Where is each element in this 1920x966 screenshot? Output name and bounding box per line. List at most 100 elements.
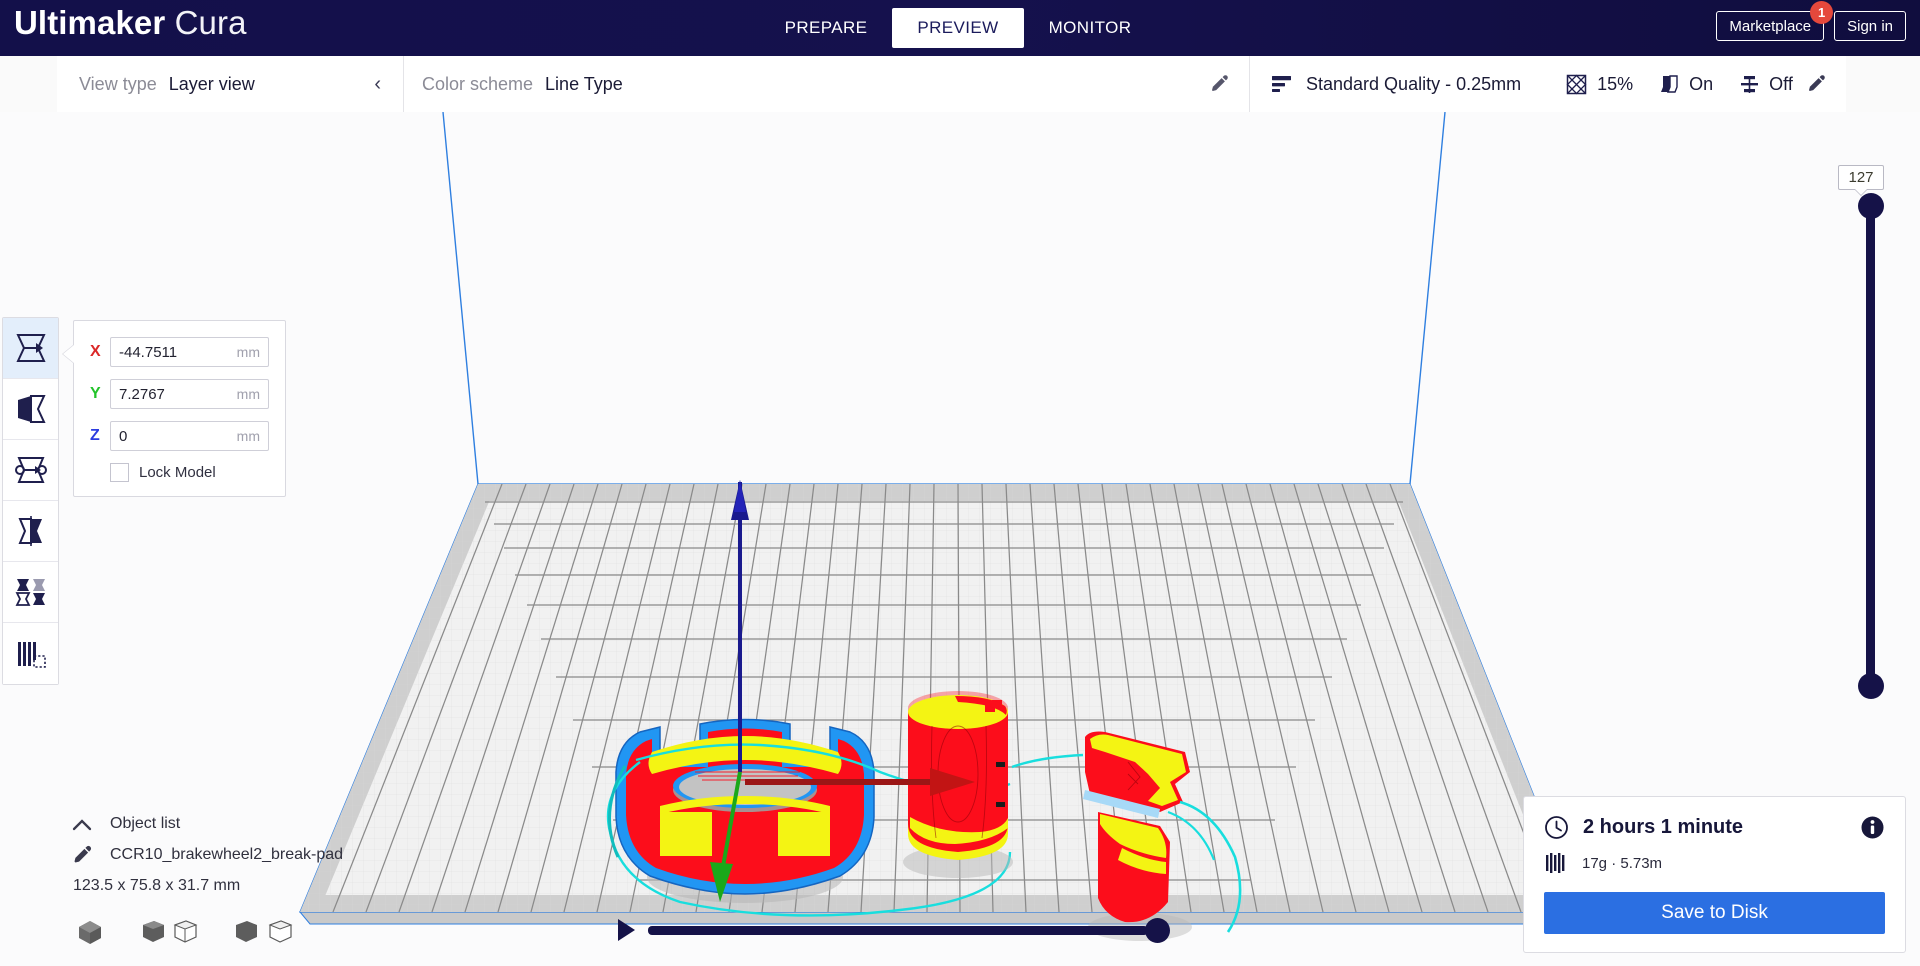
material-usage-row: 17g · 5.73m — [1544, 852, 1885, 874]
simulation-slider-track[interactable] — [648, 926, 1148, 935]
infill-value: 15% — [1597, 74, 1633, 95]
adhesion-stat[interactable]: Off — [1739, 73, 1793, 96]
object-name: CCR10_brakewheel2_break-pad — [110, 846, 343, 864]
layer-height-icon — [1270, 73, 1294, 95]
rotate-tool-icon — [14, 455, 48, 485]
quality-profile[interactable]: Standard Quality - 0.25mm — [1270, 73, 1521, 95]
filament-icon — [1544, 852, 1568, 874]
layer-slider[interactable]: 127 — [1842, 165, 1902, 725]
marketplace-badge: 1 — [1810, 1, 1833, 24]
simulation-path-slider[interactable] — [610, 916, 1170, 946]
view-3d-icon[interactable] — [76, 918, 104, 946]
x-position-unit: mm — [237, 344, 260, 360]
adhesion-icon — [1739, 73, 1760, 96]
sign-in-label: Sign in — [1847, 18, 1893, 35]
marketplace-label: Marketplace — [1729, 18, 1811, 35]
print-time-row: 2 hours 1 minute — [1544, 815, 1885, 840]
chevron-up-icon[interactable] — [72, 818, 92, 831]
sidebar-item-support-blocker-tool[interactable] — [3, 623, 58, 684]
adhesion-value: Off — [1769, 74, 1793, 95]
layer-slider-track[interactable] — [1866, 203, 1875, 683]
account-area: Marketplace 1 Sign in — [1716, 11, 1906, 41]
y-position-input[interactable]: 7.2767 mm — [110, 379, 269, 409]
tab-prepare[interactable]: PREPARE — [760, 8, 892, 48]
y-position-value: 7.2767 — [119, 386, 165, 403]
pencil-icon[interactable] — [1209, 74, 1229, 94]
z-position-value: 0 — [119, 428, 127, 445]
infill-stat[interactable]: 15% — [1565, 73, 1633, 96]
x-position-value: -44.7511 — [119, 344, 177, 361]
per-model-settings-icon — [14, 577, 48, 607]
play-icon[interactable] — [618, 919, 635, 941]
print-time-value: 2 hours 1 minute — [1583, 816, 1743, 839]
tab-monitor[interactable]: MONITOR — [1024, 8, 1156, 48]
support-value: On — [1689, 74, 1713, 95]
brand-bold: Ultimaker — [14, 4, 165, 41]
panel-pointer — [63, 345, 74, 363]
scale-tool-icon — [14, 394, 48, 424]
chevron-left-icon[interactable]: ‹ — [374, 74, 381, 94]
color-scheme-value: Line Type — [545, 74, 623, 95]
sidebar-item-mirror-tool[interactable] — [3, 501, 58, 562]
pencil-icon[interactable] — [72, 845, 92, 865]
z-position-unit: mm — [237, 428, 260, 444]
settings-pencil-icon[interactable] — [1806, 74, 1826, 94]
clock-icon — [1544, 815, 1569, 840]
x-position-input[interactable]: -44.7511 mm — [110, 337, 269, 367]
layer-slider-value: 127 — [1838, 165, 1884, 190]
preview-toolbar: View type Layer view ‹ Color scheme Line… — [57, 56, 1846, 112]
sidebar-item-scale-tool[interactable] — [3, 379, 58, 440]
color-scheme-label: Color scheme — [422, 74, 533, 95]
object-list-title: Object list — [110, 815, 180, 833]
move-tool-panel: X -44.7511 mm Y 7.2767 mm Z 0 mm Lock Mo… — [73, 320, 286, 497]
quality-profile-value: Standard Quality - 0.25mm — [1306, 74, 1521, 95]
marketplace-button[interactable]: Marketplace 1 — [1716, 11, 1824, 41]
infill-icon — [1565, 73, 1588, 96]
save-to-disk-button[interactable]: Save to Disk — [1544, 892, 1885, 934]
view-type-selector[interactable]: View type Layer view ‹ — [57, 56, 404, 112]
sidebar-item-rotate-tool[interactable] — [3, 440, 58, 501]
object-list-header[interactable]: Object list — [72, 815, 343, 833]
axis-label-z: Z — [90, 427, 110, 445]
color-scheme-selector[interactable]: Color scheme Line Type — [404, 56, 1250, 112]
z-position-input[interactable]: 0 mm — [110, 421, 269, 451]
view-front-icon[interactable] — [137, 918, 199, 946]
camera-view-buttons — [76, 918, 294, 946]
object-list-panel: Object list CCR10_brakewheel2_break-pad … — [72, 815, 343, 895]
view-top-icon[interactable] — [232, 918, 294, 946]
info-icon[interactable] — [1860, 815, 1885, 840]
print-settings-summary[interactable]: Standard Quality - 0.25mm 15% — [1250, 56, 1846, 112]
sidebar-item-per-model-settings-tool[interactable] — [3, 562, 58, 623]
move-tool-icon — [14, 333, 48, 363]
lock-model-checkbox[interactable] — [110, 463, 129, 482]
position-row-z: Z 0 mm — [90, 421, 269, 451]
layer-slider-lower-handle[interactable] — [1858, 673, 1884, 699]
lock-model-label: Lock Model — [139, 464, 216, 481]
lock-model-row: Lock Model — [110, 463, 269, 482]
cura-application: Ultimaker Cura PREPARE PREVIEW MONITOR M… — [0, 0, 1920, 966]
view-type-label: View type — [79, 74, 157, 95]
support-icon — [1659, 73, 1680, 96]
sidebar-item-move-tool[interactable] — [3, 318, 58, 379]
view-type-value: Layer view — [169, 74, 255, 95]
top-application-bar: Ultimaker Cura PREPARE PREVIEW MONITOR M… — [0, 0, 1920, 56]
position-row-y: Y 7.2767 mm — [90, 379, 269, 409]
axis-label-x: X — [90, 343, 110, 361]
material-usage-value: 17g · 5.73m — [1582, 855, 1662, 872]
position-row-x: X -44.7511 mm — [90, 337, 269, 367]
list-item[interactable]: CCR10_brakewheel2_break-pad — [72, 845, 343, 865]
model-tools-panel — [2, 317, 59, 685]
tab-preview[interactable]: PREVIEW — [892, 8, 1024, 48]
simulation-slider-handle[interactable] — [1145, 918, 1170, 943]
y-position-unit: mm — [237, 386, 260, 402]
object-dimensions: 123.5 x 75.8 x 31.7 mm — [73, 877, 343, 895]
brand-light: Cura — [175, 4, 247, 41]
print-information-card: 2 hours 1 minute — [1523, 796, 1906, 953]
sign-in-button[interactable]: Sign in — [1834, 11, 1906, 41]
layer-slider-upper-handle[interactable] — [1858, 193, 1884, 219]
app-brand-logo: Ultimaker Cura — [14, 4, 247, 42]
support-stat[interactable]: On — [1659, 73, 1713, 96]
mirror-tool-icon — [14, 516, 48, 546]
support-blocker-icon — [14, 639, 48, 669]
stage-tabs: PREPARE PREVIEW MONITOR — [760, 0, 1156, 56]
